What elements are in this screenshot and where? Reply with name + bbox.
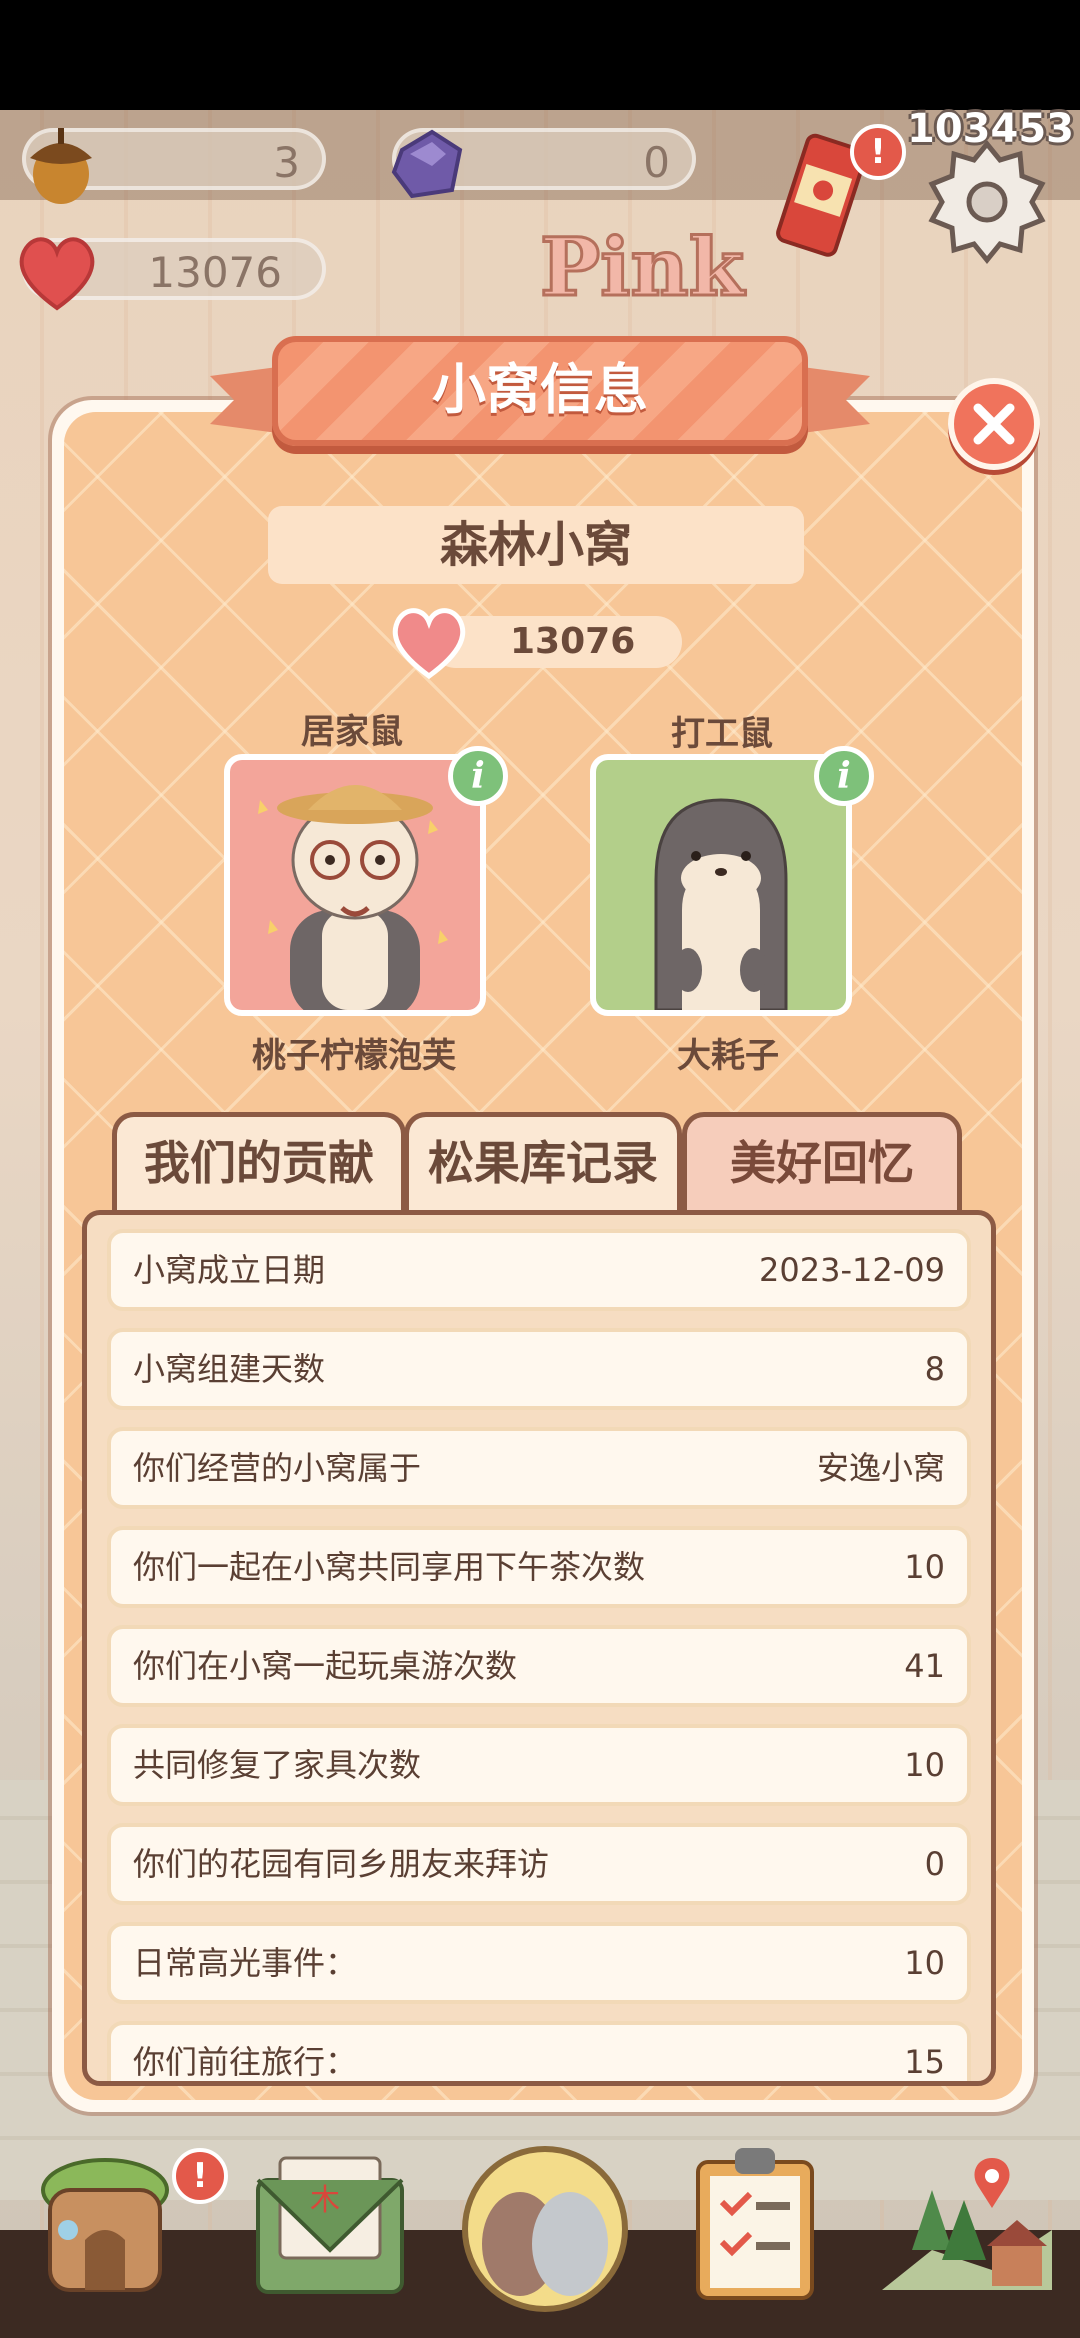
stat-value: 10 bbox=[904, 1944, 945, 1982]
stat-value: 安逸小窝 bbox=[816, 1449, 945, 1487]
pink-sign: Pink bbox=[520, 210, 780, 320]
gem-icon bbox=[382, 120, 472, 214]
list-item: 你们一起在小窝共同享用下午茶次数 10 bbox=[107, 1526, 971, 1608]
clipboard-icon[interactable] bbox=[690, 2142, 820, 2306]
stat-label: 你们在小窝一起玩桌游次数 bbox=[133, 1647, 518, 1685]
stat-label: 你们经营的小窝属于 bbox=[133, 1449, 422, 1487]
tab-pinecone-records[interactable]: 松果库记录 bbox=[404, 1112, 682, 1212]
member-info-icon-2[interactable]: i bbox=[814, 746, 874, 806]
stat-label: 共同修复了家具次数 bbox=[133, 1746, 422, 1784]
home-alert: ! bbox=[172, 2148, 228, 2204]
stat-value: 15 bbox=[904, 2043, 945, 2081]
stat-value: 10 bbox=[904, 1548, 945, 1586]
member-avatar-1[interactable] bbox=[224, 754, 486, 1016]
stat-label: 小窝组建天数 bbox=[133, 1350, 326, 1388]
settings-gear-icon[interactable] bbox=[922, 136, 1052, 270]
heart-icon bbox=[12, 228, 102, 318]
list-item: 你们在小窝一起玩桌游次数 41 bbox=[107, 1625, 971, 1707]
pink-sign-text: Pink bbox=[538, 219, 745, 316]
svg-text:木: 木 bbox=[310, 2183, 340, 2218]
tab-contribution[interactable]: 我们的贡献 bbox=[112, 1112, 406, 1212]
map-icon[interactable] bbox=[872, 2150, 1062, 2304]
nest-heart-icon bbox=[386, 600, 472, 686]
status-bar bbox=[0, 0, 1080, 110]
stat-value: 8 bbox=[924, 1350, 945, 1388]
stat-label: 你们的花园有同乡朋友来拜访 bbox=[133, 1845, 550, 1883]
member-name-2: 大耗子 bbox=[677, 1036, 779, 1076]
stat-value: 10 bbox=[904, 1746, 945, 1784]
list-item: 你们前往旅行： 15 bbox=[107, 2021, 971, 2081]
love-count: 13076 bbox=[148, 248, 282, 297]
member-avatar-2[interactable] bbox=[590, 754, 852, 1016]
stat-label: 你们一起在小窝共同享用下午茶次数 bbox=[133, 1548, 646, 1586]
member-info-icon-1[interactable]: i bbox=[448, 746, 508, 806]
red-packet-alert: ! bbox=[850, 124, 906, 180]
hamster-avatar-2 bbox=[654, 798, 788, 1010]
treehouse-icon[interactable] bbox=[30, 2150, 180, 2304]
stat-value: 41 bbox=[904, 1647, 945, 1685]
acorn-icon bbox=[16, 118, 106, 212]
hamster-avatar-1 bbox=[258, 785, 448, 1010]
stat-label: 日常高光事件： bbox=[133, 1944, 358, 1982]
list-item: 小窝组建天数 8 bbox=[107, 1328, 971, 1410]
gem-count: 0 bbox=[643, 138, 670, 187]
characters-icon[interactable] bbox=[460, 2144, 630, 2318]
nest-name: 森林小窝 bbox=[439, 517, 632, 573]
close-icon bbox=[973, 403, 1015, 445]
list-item: 你们经营的小窝属于 安逸小窝 bbox=[107, 1427, 971, 1509]
title-banner: 小窝信息 bbox=[272, 336, 808, 446]
acorn-count: 3 bbox=[273, 138, 300, 187]
stat-value: 0 bbox=[924, 1845, 945, 1883]
list-item: 共同修复了家具次数 10 bbox=[107, 1724, 971, 1806]
list-item: 日常高光事件： 10 bbox=[107, 1922, 971, 2004]
tab-memories[interactable]: 美好回忆 bbox=[682, 1112, 962, 1212]
member-role-2: 打工鼠 bbox=[671, 714, 773, 754]
close-button[interactable] bbox=[948, 378, 1040, 470]
stat-label: 你们前往旅行： bbox=[133, 2043, 358, 2081]
nest-love-value: 13076 bbox=[510, 621, 636, 662]
member-role-1: 居家鼠 bbox=[301, 712, 403, 752]
stat-value: 2023-12-09 bbox=[759, 1251, 945, 1289]
list-item: 小窝成立日期 2023-12-09 bbox=[107, 1229, 971, 1311]
nest-name-box: 森林小窝 bbox=[268, 506, 804, 584]
mail-icon[interactable]: 木 bbox=[250, 2150, 410, 2304]
stat-label: 小窝成立日期 bbox=[133, 1251, 326, 1289]
memories-list[interactable]: 小窝成立日期 2023-12-09 小窝组建天数 8 你们经营的小窝属于 安逸小… bbox=[82, 1210, 996, 2086]
list-item: 你们的花园有同乡朋友来拜访 0 bbox=[107, 1823, 971, 1905]
dialog-title: 小窝信息 bbox=[432, 358, 648, 421]
member-name-1: 桃子柠檬泡芙 bbox=[252, 1036, 456, 1076]
